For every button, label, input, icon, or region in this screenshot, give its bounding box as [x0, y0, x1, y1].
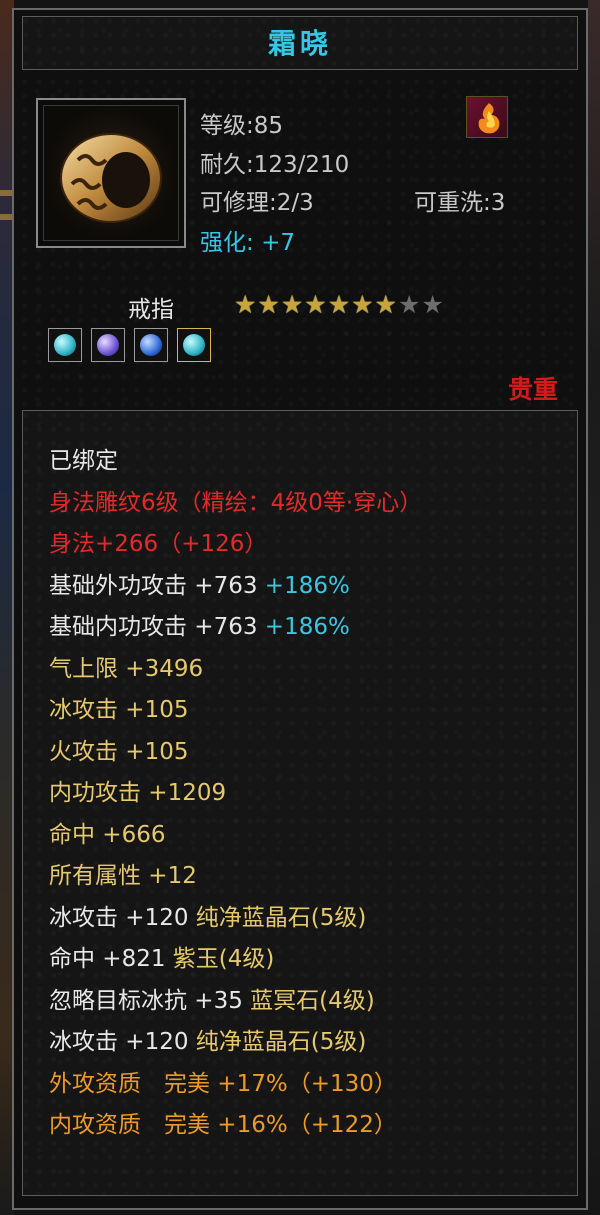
hp-max-stat: 气上限 +3496 [49, 656, 204, 682]
item-header: 等级:85 耐久:123/210 可修理:2/3 可重洗:3 强化: +7 戒指… [22, 78, 578, 412]
item-name: 霜晓 [267, 27, 332, 60]
ext-attack-pct: +186% [264, 573, 350, 599]
socket-4-value: 冰攻击 +120 [49, 1029, 189, 1055]
item-tooltip: 霜晓 等级:85 耐久:123/210 可修理:2/3 可重洗:3 强化: +7… [12, 8, 588, 1210]
fire-attribute-icon [466, 96, 508, 138]
star-filled-icon: ★ [327, 290, 351, 319]
agility-stat: 身法+266（+126） [49, 531, 268, 557]
star-empty-icon: ★ [421, 290, 444, 319]
int-quality-stat: 内攻资质 完美 +16%（+122） [49, 1112, 397, 1138]
purple-gem-icon[interactable] [91, 328, 126, 362]
ext-quality-stat: 外攻资质 完美 +17%（+130） [49, 1071, 397, 1097]
star-filled-icon: ★ [280, 290, 304, 319]
star-filled-icon: ★ [304, 290, 327, 319]
ice-gem-icon[interactable] [177, 328, 212, 362]
inner-attack-stat: 内功攻击 +1209 [49, 780, 227, 806]
star-filled-icon: ★ [257, 290, 280, 319]
background-edge-right [588, 0, 600, 1215]
star-rating: ★★★★★★★★★ [234, 292, 445, 318]
socket-1-value: 冰攻击 +120 [49, 905, 189, 931]
carve-stat: 身法雕纹6级（精绘：4级0等·穿心） [49, 490, 423, 516]
ice-gem-icon[interactable] [48, 328, 82, 362]
socket-2-gem: 紫玉(4级) [172, 946, 275, 972]
socket-2-value: 命中 +821 [49, 946, 166, 972]
ring-item-icon[interactable] [36, 98, 186, 248]
item-durability: 耐久:123/210 [200, 152, 350, 178]
int-attack-stat: 基础内功攻击 +763 +186% [49, 607, 350, 641]
socket-3-gem: 蓝冥石(4级) [250, 988, 375, 1014]
socket-4-gem: 纯净蓝晶石(5级) [195, 1029, 367, 1055]
tooltip-title-bar: 霜晓 [22, 16, 578, 70]
star-filled-icon: ★ [374, 290, 397, 319]
star-filled-icon: ★ [234, 290, 257, 319]
hit-stat: 命中 +666 [49, 822, 166, 848]
int-attack-pct: +186% [264, 614, 350, 640]
ext-attack-value: 基础外功攻击 +763 [49, 573, 258, 599]
all-attrs-stat: 所有属性 +12 [49, 863, 197, 889]
enhance-label: 强化: [200, 230, 254, 256]
item-repair: 可修理:2/3 [200, 190, 314, 216]
ext-attack-stat: 基础外功攻击 +763 +186% [49, 566, 350, 600]
item-level: 等级:85 [200, 113, 284, 139]
enhance-value: +7 [261, 230, 295, 256]
socket-stat-4: 冰攻击 +120 纯净蓝晶石(5级) [49, 1022, 366, 1056]
item-rewash: 可重洗:3 [414, 190, 506, 216]
item-stats: 已绑定 身法雕纹6级（精绘：4级0等·穿心） 身法+266（+126） 基础外功… [22, 410, 578, 1196]
item-type: 戒指 [128, 297, 174, 323]
ice-attack-stat: 冰攻击 +105 [49, 697, 189, 723]
item-enhance: 强化: +7 [200, 223, 295, 257]
socket-stat-2: 命中 +821 紫玉(4级) [49, 939, 274, 973]
gem-sockets [48, 328, 215, 364]
socket-stat-3: 忽略目标冰抗 +35 蓝冥石(4级) [49, 981, 375, 1015]
socket-stat-1: 冰攻击 +120 纯净蓝晶石(5级) [49, 898, 366, 932]
star-empty-icon: ★ [397, 290, 421, 319]
fire-attack-stat: 火攻击 +105 [49, 739, 189, 765]
item-rarity: 贵重 [507, 375, 558, 404]
int-attack-value: 基础内功攻击 +763 [49, 614, 258, 640]
blue-gem-icon[interactable] [134, 328, 169, 362]
socket-1-gem: 纯净蓝晶石(5级) [195, 905, 367, 931]
bound-status: 已绑定 [49, 448, 118, 474]
socket-3-value: 忽略目标冰抗 +35 [49, 988, 243, 1014]
star-filled-icon: ★ [351, 290, 374, 319]
